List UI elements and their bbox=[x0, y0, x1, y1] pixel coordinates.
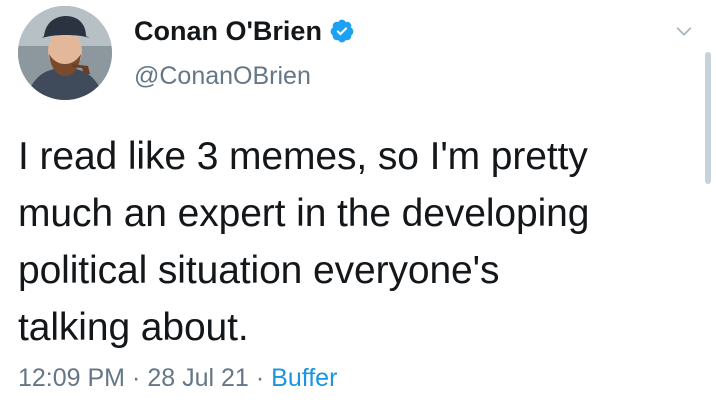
tweet-source-link[interactable]: Buffer bbox=[271, 364, 337, 392]
author-handle[interactable]: @ConanOBrien bbox=[134, 60, 311, 92]
tweet-card: Conan O'Brien @ConanOBrien I read like 3… bbox=[0, 0, 716, 403]
tweet-text-line: talking about. bbox=[18, 306, 249, 349]
tweet-text-line: political situation everyone's bbox=[18, 249, 500, 292]
tweet-date[interactable]: 28 Jul 21 bbox=[147, 364, 248, 392]
tweet-text-line: I read like 3 memes, so I'm pretty bbox=[18, 135, 588, 178]
author-display-name[interactable]: Conan O'Brien bbox=[134, 14, 322, 48]
avatar-photo bbox=[18, 6, 112, 100]
tweet-text: I read like 3 memes, so I'm pretty much … bbox=[18, 128, 698, 356]
meta-separator: · bbox=[255, 364, 265, 392]
tweet-text-line: much an expert in the developing bbox=[18, 192, 590, 235]
meta-separator: · bbox=[132, 364, 141, 392]
scrollbar[interactable] bbox=[705, 52, 711, 184]
verified-badge-icon bbox=[329, 18, 355, 44]
author-avatar[interactable] bbox=[18, 6, 112, 100]
tweet-time[interactable]: 12:09 PM bbox=[18, 364, 125, 392]
chevron-down-icon[interactable] bbox=[673, 20, 695, 42]
tweet-metadata: 12:09 PM · 28 Jul 21 · Buffer bbox=[18, 362, 337, 394]
author-name-row: Conan O'Brien bbox=[134, 14, 355, 48]
